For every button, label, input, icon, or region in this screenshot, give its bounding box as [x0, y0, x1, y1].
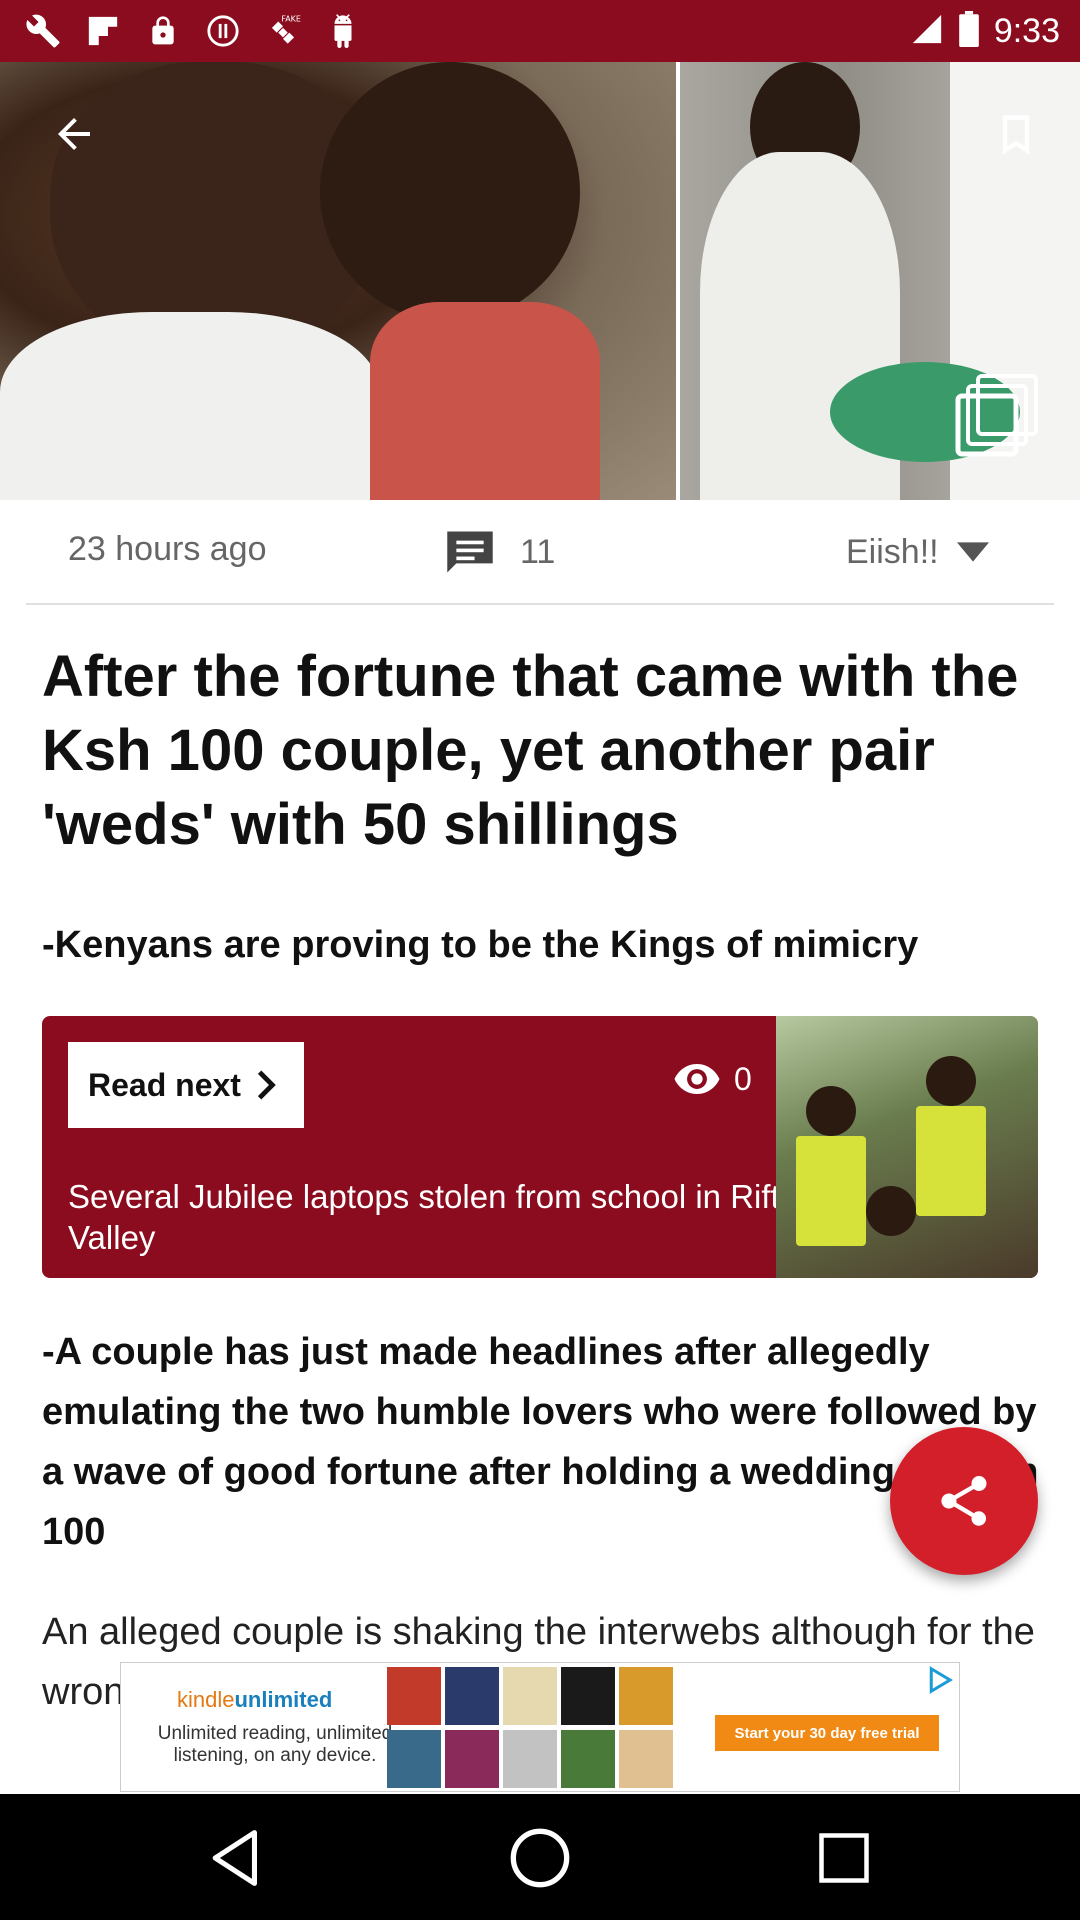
back-button[interactable] [42, 102, 106, 166]
chevron-right-icon [257, 1070, 276, 1100]
ad-tagline: Unlimited reading, unlimited listening, … [157, 1723, 393, 1766]
read-next-button[interactable]: Read next [68, 1042, 304, 1128]
fake-gps-icon: FAKE [264, 12, 302, 50]
hero-image[interactable] [0, 62, 1080, 500]
nav-back-icon [212, 1830, 257, 1886]
wrench-icon [24, 12, 62, 50]
status-bar: FAKE 9:33 [0, 0, 1080, 62]
view-count-value: 0 [734, 1060, 752, 1097]
read-next-thumbnail[interactable] [776, 1016, 1038, 1278]
share-icon [941, 1476, 987, 1526]
battery-icon [958, 10, 980, 52]
comment-count: 11 [520, 532, 556, 571]
meta-divider [26, 603, 1054, 605]
status-icons: FAKE [24, 8, 362, 54]
lock-icon [144, 12, 182, 50]
bookmark-button[interactable] [984, 102, 1048, 166]
read-next-label: Read next [88, 1066, 241, 1103]
nav-home-button[interactable] [504, 1822, 576, 1894]
comment-icon [447, 531, 493, 573]
gallery-stack-icon[interactable] [952, 372, 1042, 462]
bookmark-icon [1002, 115, 1030, 155]
android-debug-icon [324, 12, 362, 50]
ad-banner[interactable]: kindleunlimited Unlimited reading, unlim… [120, 1662, 960, 1792]
svg-text:FAKE: FAKE [281, 15, 300, 24]
nav-back-button[interactable] [200, 1822, 272, 1894]
read-next-card[interactable]: Read next 0 Several Jubilee laptops stol… [42, 1016, 1038, 1278]
read-next-title[interactable]: Several Jubilee laptops stolen from scho… [68, 1176, 788, 1258]
status-time: 9:33 [993, 11, 1060, 50]
status-right: 9:33 [910, 8, 1060, 54]
ad-book-covers [383, 1663, 733, 1791]
ad-choices-icon[interactable] [925, 1665, 955, 1695]
reaction-label: Eiish!! [846, 532, 939, 571]
sync-icon [204, 12, 242, 50]
view-count: 0 [674, 1054, 752, 1104]
system-nav-bar [0, 1794, 1080, 1920]
article-lead: -A couple has just made headlines after … [42, 1331, 1039, 1553]
eye-icon [674, 1064, 720, 1094]
ad-cta-button[interactable]: Start your 30 day free trial [715, 1715, 939, 1751]
share-button[interactable] [890, 1427, 1038, 1575]
article-subhead: -Kenyans are proving to be the Kings of … [42, 924, 919, 966]
caret-down-icon [956, 542, 989, 562]
signal-icon [910, 12, 944, 51]
arrow-back-icon [58, 118, 90, 150]
nav-home-icon [510, 1828, 570, 1888]
article-meta: 23 hours ago 11 Eiish!! [0, 500, 1080, 604]
nav-recent-icon [819, 1833, 869, 1883]
nav-recent-button[interactable] [808, 1822, 880, 1894]
publish-time: 23 hours ago [68, 530, 267, 568]
article-headline: After the fortune that came with the Ksh… [42, 644, 1019, 857]
ad-brand: kindleunlimited [177, 1687, 333, 1712]
comments-button[interactable]: 11 [442, 522, 555, 582]
reaction-dropdown[interactable]: Eiish!! [846, 522, 989, 582]
flipboard-icon [84, 12, 122, 50]
